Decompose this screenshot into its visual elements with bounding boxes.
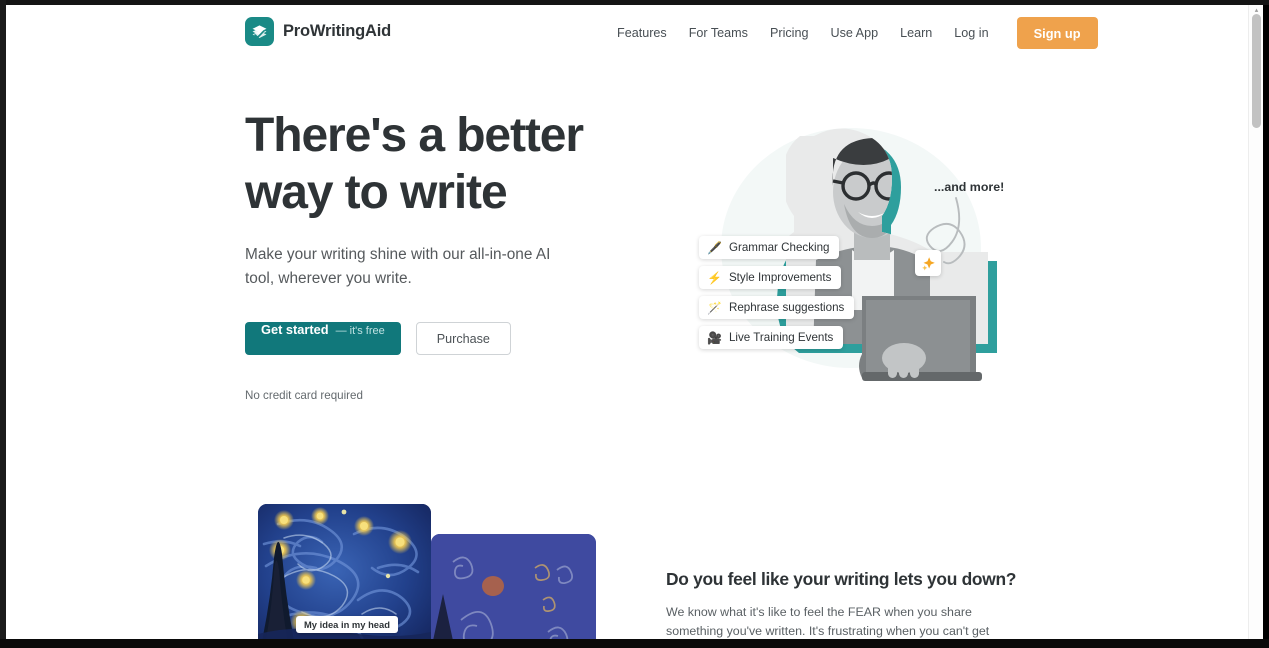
feature-pill-label: Style Improvements [728,271,832,284]
window-bottom-edge [0,639,1269,648]
sign-up-button[interactable]: Sign up [1016,17,1098,49]
scroll-up-arrow-icon[interactable]: ▴ [1253,7,1260,14]
hero-illustration: 🖋️ Grammar Checking ⚡ Style Improvements… [666,100,1026,400]
hero-headline: There's a better way to write [245,109,584,219]
site-header: ProWritingAid Features For Teams Pricing… [6,5,1248,61]
hero-subheadline: Make your writing shine with our all-in-… [245,246,551,287]
feather-pen-icon: 🖋️ [707,240,722,255]
get-started-button[interactable]: Get started — it's free [245,322,401,355]
web-page: ProWritingAid Features For Teams Pricing… [6,5,1263,639]
section-copy-block: Do you feel like your writing lets you d… [666,569,1026,639]
scrollbar-thumb[interactable] [1252,14,1261,128]
feature-pill-label: Rephrase suggestions [728,301,845,314]
lightning-bolt-icon: ⚡ [707,270,722,285]
brand-logo-link[interactable]: ProWritingAid [245,17,391,46]
purchase-button[interactable]: Purchase [415,322,511,355]
idea-caption-badge: My idea in my head [296,616,398,633]
nav-link-learn[interactable]: Learn [889,16,943,50]
nav-link-use-app[interactable]: Use App [819,16,889,50]
get-started-label: Get started [261,322,329,337]
feature-pill-label: Live Training Events [728,331,834,344]
main-navigation: Features For Teams Pricing Use App Learn… [606,16,1098,50]
blank-blue-card [431,534,596,639]
no-credit-card-note: No credit card required [245,389,363,402]
feature-pill-grammar-checking[interactable]: 🖋️ Grammar Checking [699,236,840,259]
feature-pill-label: Grammar Checking [728,241,830,254]
get-started-note: — it's free [335,325,385,337]
page-scrollbar[interactable]: ▴ [1248,5,1263,639]
section-heading: Do you feel like your writing lets you d… [666,569,1017,589]
sparkles-icon [915,250,941,276]
movie-camera-icon: 🎥 [707,330,722,345]
section-body-text: We know what it's like to feel the FEAR … [666,605,990,638]
nav-link-for-teams[interactable]: For Teams [678,16,759,50]
feature-pill-rephrase-suggestions[interactable]: 🪄 Rephrase suggestions [699,296,855,319]
nav-link-features[interactable]: Features [606,16,678,50]
idea-cards-group: My idea in my head [245,497,645,639]
feature-pill-style-improvements[interactable]: ⚡ Style Improvements [699,266,842,289]
hero-cta-group: Get started — it's free Purchase [245,322,645,355]
nav-link-log-in[interactable]: Log in [943,16,999,50]
nav-link-pricing[interactable]: Pricing [759,16,820,50]
stacked-pages-icon [245,17,274,46]
feature-pill-live-training-events[interactable]: 🎥 Live Training Events [699,326,844,349]
and-more-annotation: ...and more! [934,180,1005,194]
magic-wand-icon: 🪄 [707,300,722,315]
brand-name: ProWritingAid [283,22,392,40]
hero-text-block: There's a better way to write Make your … [245,107,645,402]
laptop-shape [859,296,982,381]
browser-viewport: ProWritingAid Features For Teams Pricing… [0,0,1269,648]
